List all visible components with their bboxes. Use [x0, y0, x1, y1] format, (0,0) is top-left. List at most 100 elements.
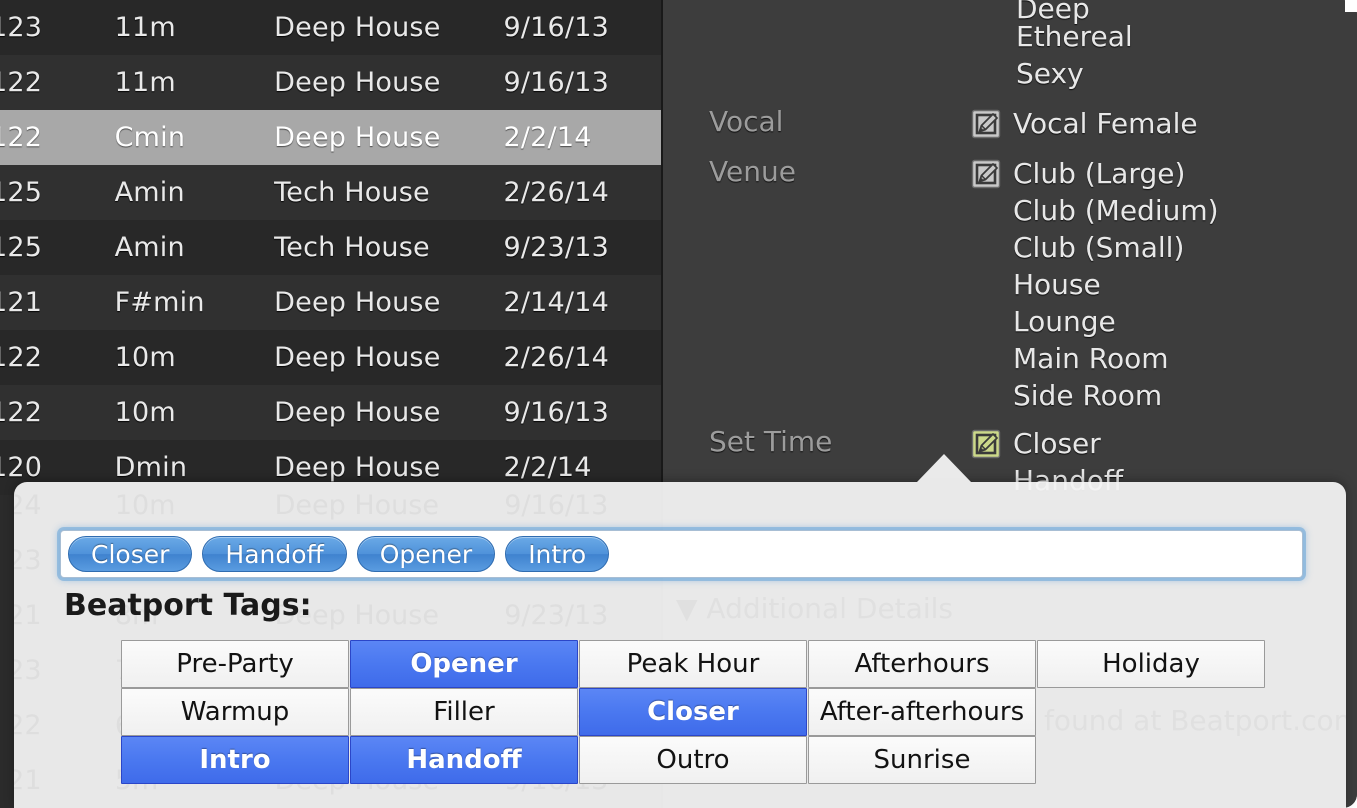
- cell-key: 10m: [114, 342, 176, 373]
- cell-date: 2/26/14: [503, 342, 609, 373]
- meta-value-row[interactable]: Club (Large): [971, 155, 1219, 192]
- table-row[interactable]: 122 10m Deep House 2/26/14: [0, 330, 663, 385]
- meta-value-row[interactable]: Club (Medium): [971, 192, 1219, 229]
- cell-genre: Deep House: [274, 67, 441, 98]
- tag-button-after-afterhours[interactable]: After-afterhours: [808, 688, 1036, 736]
- tag-button-filler[interactable]: Filler: [350, 688, 578, 736]
- meta-values: Club (Large) Club (Medium) Club (Small) Hou…: [971, 155, 1219, 414]
- cell-bpm: 125: [0, 232, 43, 263]
- beatport-tags-label: Beatport Tags:: [64, 588, 312, 623]
- cell-date: 2/2/14: [503, 122, 592, 153]
- cell-date: 9/16/13: [503, 12, 609, 43]
- tag-button-warmup[interactable]: Warmup: [121, 688, 349, 736]
- tag-button-empty: [1037, 688, 1265, 736]
- meta-field-vocal: Vocal Vocal Female: [709, 105, 1198, 142]
- cell-genre: Tech House: [274, 177, 430, 208]
- cell-genre: Deep House: [274, 122, 441, 153]
- cell-date: 2/14/14: [503, 287, 609, 318]
- cell-bpm: 122: [0, 67, 43, 98]
- meta-value-row[interactable]: Lounge: [971, 303, 1219, 340]
- tag-button-empty: [1037, 736, 1265, 784]
- cell-genre: Deep House: [274, 12, 441, 43]
- token-closer[interactable]: Closer: [68, 536, 193, 572]
- cell-date: 9/16/13: [503, 397, 609, 428]
- table-row[interactable]: 122 10m Deep House 9/16/13: [0, 385, 663, 440]
- tag-button-opener[interactable]: Opener: [350, 640, 578, 688]
- meta-value-text: Main Room: [1013, 342, 1169, 375]
- cell-bpm: 122: [0, 397, 43, 428]
- cell-key: Dmin: [114, 452, 188, 483]
- meta-value-text: Club (Large): [1013, 157, 1186, 190]
- edit-pencil-icon-vocal[interactable]: [971, 109, 1001, 139]
- ghost-cell-bpm: 122: [14, 710, 42, 741]
- table-row[interactable]: 125 Amin Tech House 9/23/13: [0, 220, 663, 275]
- screenshot-root: 123 11m Deep House 9/16/13 122 11m Deep House 9…: [0, 0, 1357, 808]
- tag-button-holiday[interactable]: Holiday: [1037, 640, 1265, 688]
- cell-bpm: 120: [0, 452, 43, 483]
- table-row[interactable]: 121 F#min Deep House 2/14/14: [0, 275, 663, 330]
- cell-genre: Tech House: [274, 232, 430, 263]
- tag-button-outro[interactable]: Outro: [579, 736, 807, 784]
- ghost-cell-key: 10m: [114, 490, 176, 521]
- beatport-tag-grid[interactable]: Pre-Party Opener Peak Hour Afterhours Holida…: [121, 640, 1266, 784]
- tag-button-peak-hour[interactable]: Peak Hour: [579, 640, 807, 688]
- cell-date: 2/2/14: [503, 452, 592, 483]
- ghost-cell-bpm: 123: [14, 655, 42, 686]
- mood-value-sexy[interactable]: Sexy: [1016, 57, 1084, 90]
- cell-key: 11m: [114, 67, 176, 98]
- ghost-cell-bpm: 124: [14, 490, 42, 521]
- tag-button-closer[interactable]: Closer: [579, 688, 807, 736]
- meta-value-text: Closer: [1013, 427, 1101, 460]
- tag-button-intro[interactable]: Intro: [121, 736, 349, 784]
- meta-value-row[interactable]: Main Room: [971, 340, 1219, 377]
- token-opener[interactable]: Opener: [356, 536, 496, 572]
- meta-value-row[interactable]: Club (Small): [971, 229, 1219, 266]
- meta-value-text: Club (Medium): [1013, 194, 1219, 227]
- ghost-text: ▼ Additional Details: [676, 592, 953, 625]
- tag-button-handoff[interactable]: Handoff: [350, 736, 578, 784]
- tag-button-afterhours[interactable]: Afterhours: [808, 640, 1036, 688]
- meta-label-venue: Venue: [709, 155, 796, 188]
- set-time-token-input[interactable]: Closer Handoff Opener Intro: [60, 530, 1303, 578]
- meta-value-text: Lounge: [1013, 305, 1116, 338]
- tag-button-pre-party[interactable]: Pre-Party: [121, 640, 349, 688]
- ghost-cell-date: 9/23/13: [504, 600, 609, 631]
- meta-value-row[interactable]: Closer: [971, 425, 1123, 462]
- meta-value-row[interactable]: Side Room: [971, 377, 1219, 414]
- cell-genre: Deep House: [274, 287, 441, 318]
- table-row[interactable]: 125 Amin Tech House 2/26/14: [0, 165, 663, 220]
- set-time-tag-popover: 12410mDeep House9/16/131239mDeep House2/…: [14, 454, 1346, 808]
- cell-genre: Deep House: [274, 397, 441, 428]
- meta-field-venue: Venue Club (Large) Club (Medium) Club (Smal…: [709, 155, 1219, 414]
- table-row[interactable]: 122 11m Deep House 9/16/13: [0, 55, 663, 110]
- table-row[interactable]: 123 11m Deep House 9/16/13: [0, 0, 663, 55]
- meta-value-text: Club (Small): [1013, 231, 1185, 264]
- meta-label-vocal: Vocal: [709, 105, 784, 138]
- meta-value-row[interactable]: Vocal Female: [971, 105, 1198, 142]
- cell-key: Cmin: [114, 122, 186, 153]
- edit-pencil-icon-venue[interactable]: [971, 159, 1001, 189]
- cell-key: Amin: [114, 232, 185, 263]
- cell-date: 9/16/13: [503, 67, 609, 98]
- cell-bpm: 121: [0, 287, 43, 318]
- cell-bpm: 123: [0, 12, 43, 43]
- token-handoff[interactable]: Handoff: [202, 536, 347, 572]
- ghost-cell-bpm: 121: [14, 765, 42, 796]
- token-intro[interactable]: Intro: [505, 536, 610, 572]
- cell-genre: Deep House: [274, 342, 441, 373]
- tag-button-sunrise[interactable]: Sunrise: [808, 736, 1036, 784]
- cell-bpm: 122: [0, 122, 43, 153]
- cell-genre: Deep House: [274, 452, 441, 483]
- mood-value-ethereal[interactable]: Ethereal: [1016, 20, 1133, 53]
- meta-value-text: Side Room: [1013, 379, 1163, 412]
- meta-value-row[interactable]: House: [971, 266, 1219, 303]
- ghost-cell-genre: Deep House: [274, 490, 439, 521]
- ghost-table-row: 124 10m Deep House 9/16/13: [14, 482, 664, 533]
- table-row[interactable]: 122 Cmin Deep House 2/2/14: [0, 110, 663, 165]
- cell-bpm: 122: [0, 342, 43, 373]
- cell-bpm: 125: [0, 177, 43, 208]
- cell-key: F#min: [114, 287, 205, 318]
- meta-value-text: House: [1013, 268, 1101, 301]
- edit-pencil-icon-set-time[interactable]: [971, 429, 1001, 459]
- cell-date: 9/23/13: [503, 232, 609, 263]
